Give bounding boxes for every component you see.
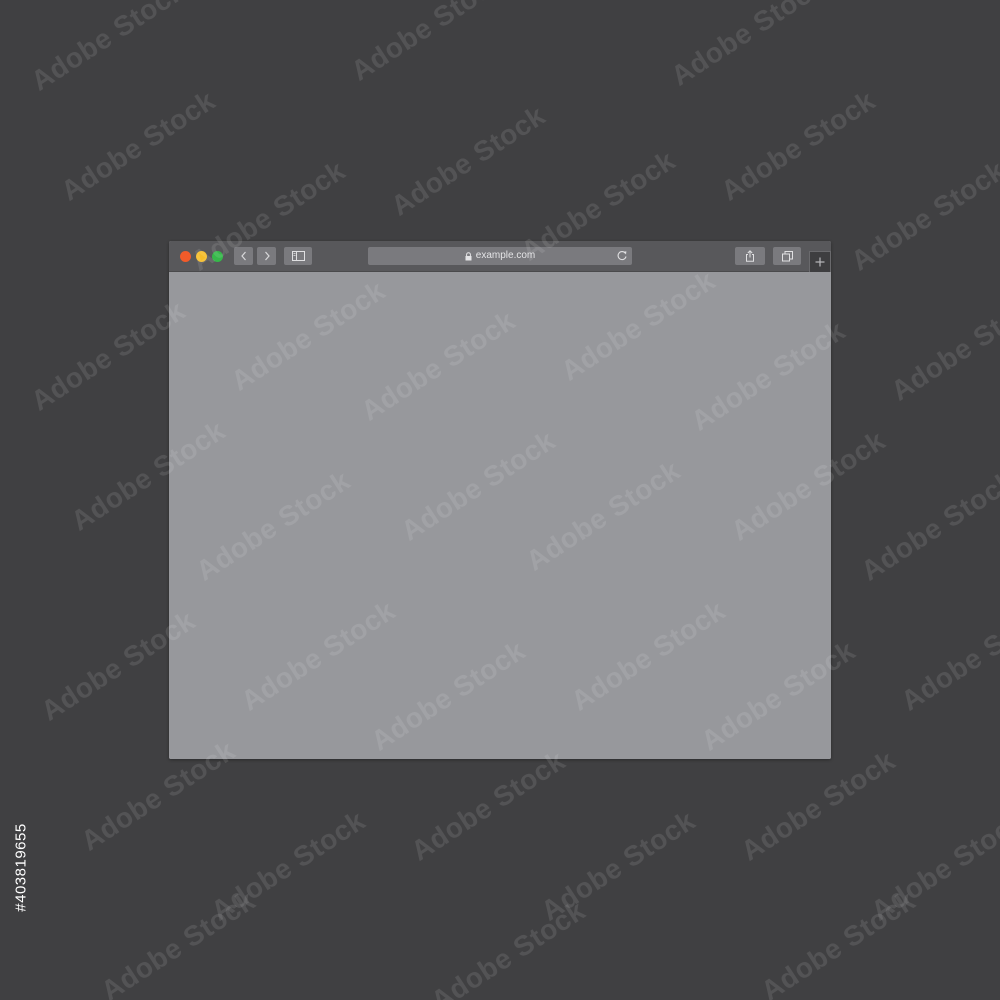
- watermark-text: Adobe Stock: [25, 0, 191, 97]
- url-text: example.com: [475, 250, 536, 261]
- minimize-window-button[interactable]: [196, 251, 207, 262]
- show-tabs-button[interactable]: [773, 247, 801, 265]
- share-icon: [746, 250, 754, 262]
- chevron-right-icon: [264, 251, 270, 261]
- stock-image-number-text: #403819655: [12, 822, 30, 912]
- watermark-text: Adobe Stock: [845, 154, 1000, 277]
- plus-icon: [815, 257, 825, 267]
- forward-button[interactable]: [257, 247, 276, 265]
- back-button[interactable]: [234, 247, 253, 265]
- watermark-text: Adobe Stock: [425, 894, 591, 1000]
- watermark-text: Adobe Stock: [385, 99, 551, 222]
- watermark-text: Adobe Stock: [665, 0, 831, 92]
- zoom-window-button[interactable]: [212, 251, 223, 262]
- watermark-text: Adobe Stock: [715, 84, 881, 207]
- close-window-button[interactable]: [180, 251, 191, 262]
- sidebar-icon: [291, 251, 305, 261]
- watermark-text: Adobe Stock: [865, 804, 1000, 927]
- chevron-left-icon: [240, 251, 246, 261]
- lock-icon: [465, 251, 472, 260]
- watermark-text: Adobe Stock: [405, 744, 571, 867]
- address-content: example.com: [368, 247, 632, 265]
- browser-toolbar: example.com: [169, 241, 831, 272]
- stock-image-number: #403819655: [6, 762, 36, 972]
- watermark-text: Adobe Stock: [55, 84, 221, 207]
- watermark-text: Adobe Stock: [755, 884, 921, 1000]
- watermark-text: Adobe Stock: [895, 594, 1000, 717]
- watermark-text: Adobe Stock: [885, 284, 1000, 407]
- web-content-area[interactable]: [169, 272, 831, 759]
- watermark-text: Adobe Stock: [205, 804, 371, 927]
- address-bar[interactable]: example.com: [368, 247, 632, 265]
- watermark-text: Adobe Stock: [535, 804, 701, 927]
- reload-icon[interactable]: [616, 250, 628, 262]
- tabs-overview-icon: [781, 250, 793, 261]
- browser-window: example.com: [169, 241, 831, 759]
- watermark-text: Adobe Stock: [25, 294, 191, 417]
- watermark-text: Adobe Stock: [95, 884, 261, 1000]
- share-button[interactable]: [735, 247, 765, 265]
- new-tab-button[interactable]: [809, 251, 831, 273]
- watermark-text: Adobe Stock: [345, 0, 511, 87]
- watermark-text: Adobe Stock: [855, 464, 1000, 587]
- watermark-text: Adobe Stock: [735, 744, 901, 867]
- sidebar-toggle-button[interactable]: [284, 247, 312, 265]
